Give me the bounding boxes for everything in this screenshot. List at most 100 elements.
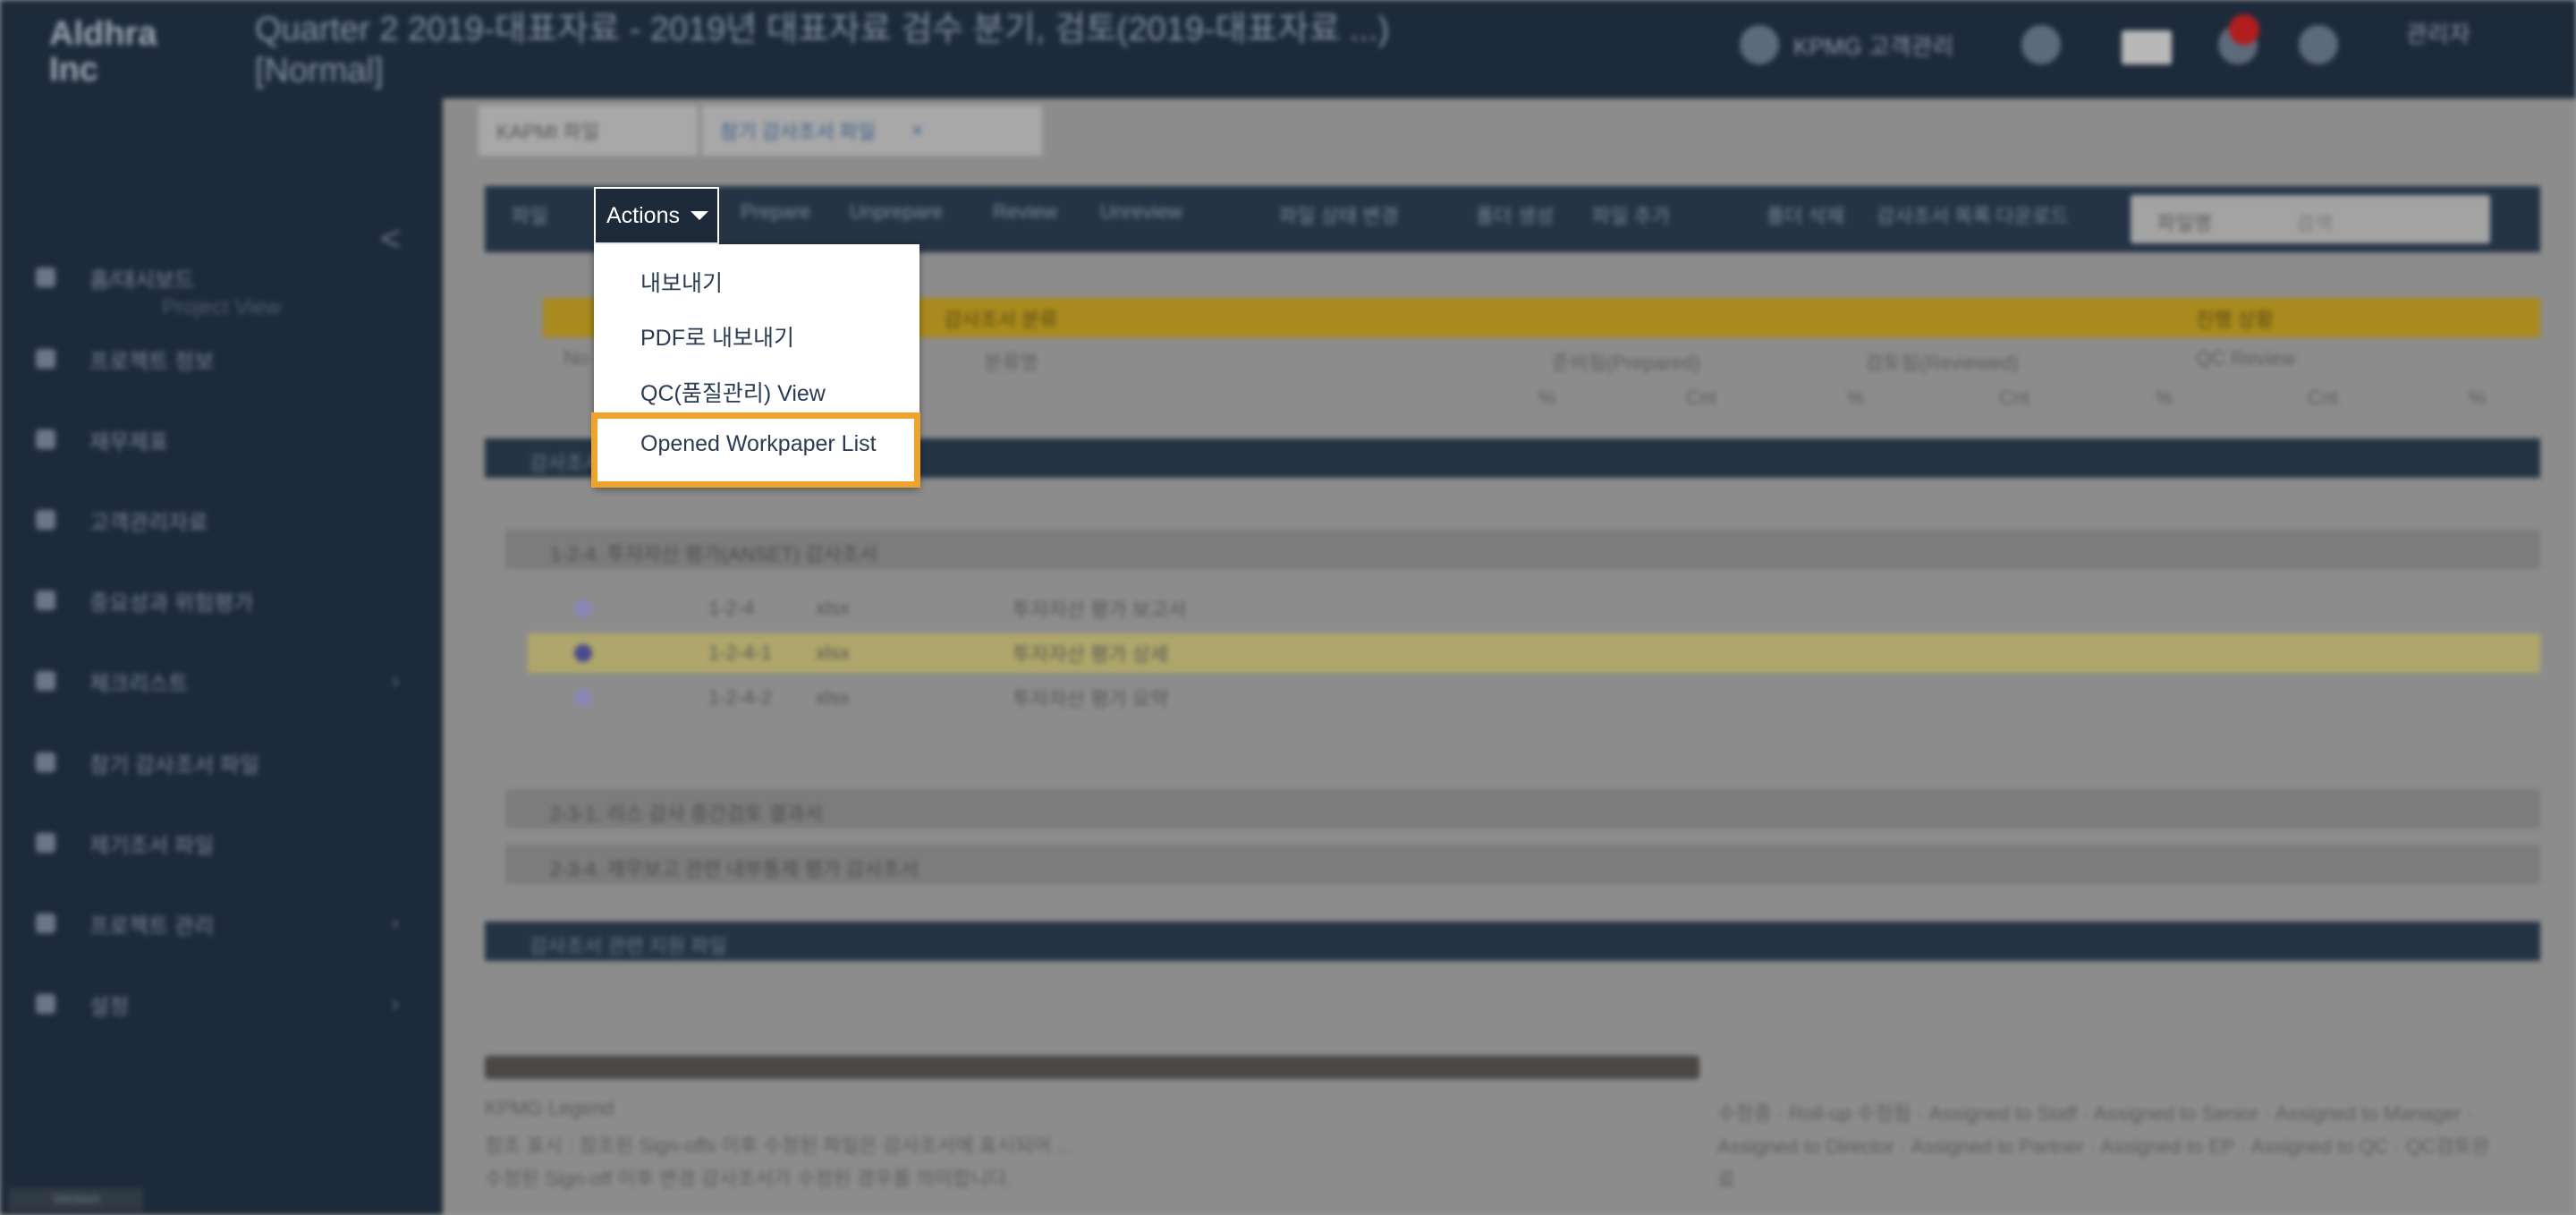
highlight-box — [591, 412, 920, 488]
version-tag: Version — [9, 1188, 143, 1211]
sidebar-item-label: 체크리스트 — [89, 671, 189, 696]
footer-note: 참조 표시 : 참조된 Sign-offs 이후 수정된 파일은 감사조서에 표… — [485, 1134, 1073, 1157]
download-list-button[interactable]: 감사조서 목록 다운로드 — [1877, 200, 2069, 229]
summary-col-qc: QC Review — [2196, 347, 2296, 370]
create-folder-button[interactable]: 폴더 생성 — [1476, 200, 1554, 229]
prepare-button[interactable]: Prepare — [741, 200, 810, 224]
file-name: 투자자산 평가 요약 — [1013, 688, 1169, 710]
sidebar-item-settings[interactable]: 설정 › — [36, 986, 399, 1022]
unreview-button[interactable]: Unreview — [1100, 200, 1182, 224]
status-icon — [574, 599, 592, 617]
sidebar-item-label: 재무제표 — [89, 429, 169, 455]
legend-item: Assigned to Staff — [1928, 1102, 2078, 1125]
search-area: 파일명 검색 — [2131, 195, 2490, 243]
legend-item: Assigned to Director — [1717, 1135, 1895, 1158]
file-ext: xlsx — [816, 686, 850, 709]
summary-group-classification: 감사조서 분류 — [944, 309, 1058, 331]
legend-item: Assigned to Manager — [2275, 1102, 2462, 1125]
company-logo: Aldhra Inc — [49, 15, 157, 89]
section-title: 감사조서 관련 지원 파일 — [530, 935, 727, 957]
legend-item: Assigned to EP — [2100, 1135, 2235, 1158]
summary-col-reviewed: 검토됨(Reviewed) — [1865, 352, 2019, 374]
chart-icon — [36, 591, 55, 610]
top-bar: Aldhra Inc Quarter 2 2019-대표자료 - 2019년 대… — [0, 0, 2576, 98]
chevron-right-icon: › — [392, 668, 399, 692]
status-icon — [574, 689, 592, 707]
sidebar-header: Project View — [162, 295, 281, 319]
actions-button[interactable]: Actions — [594, 187, 719, 244]
file-ref: 1-2-4-1 — [708, 641, 772, 664]
file-ref: 1-2-4 — [708, 597, 755, 619]
summary-unit: Cnt — [2308, 387, 2339, 409]
file-row[interactable]: 1-2-4-2 xlsx 투자자산 평가 요약 — [528, 678, 2540, 718]
sidebar-item-checklist[interactable]: 체크리스트 › — [36, 663, 399, 699]
folder-row[interactable]: 1-2-4. 투자자산 평가(ANSET) 감사조서 — [505, 530, 2540, 569]
collapse-sidebar-icon[interactable]: < — [380, 219, 401, 259]
summary-col-class: 분류명 — [984, 352, 1038, 374]
folder-title: 2-3-1. 리스 감사 중간검토 결과서 — [550, 803, 823, 825]
client-label: KPMG 고객관리 — [1793, 33, 1954, 60]
home-icon — [36, 268, 55, 287]
folder-row[interactable]: 2-3-1. 리스 감사 중간검토 결과서 — [505, 789, 2540, 828]
file-menu-button[interactable]: 파일 — [512, 200, 547, 229]
file-row[interactable]: 1-2-4 xlsx 투자자산 평가 보고서 — [528, 589, 2540, 628]
review-button[interactable]: Review — [993, 200, 1057, 224]
list-icon — [36, 671, 55, 691]
sidebar-item-label: 참기 감사조서 파일 — [89, 752, 259, 777]
add-file-button[interactable]: 파일 추가 — [1592, 200, 1670, 229]
summary-col-no: No — [564, 347, 589, 370]
settings-icon — [36, 994, 55, 1014]
summary-unit: % — [1847, 387, 1865, 409]
file-icon — [36, 752, 55, 772]
gear-icon — [36, 913, 55, 933]
unprepare-button[interactable]: Unprepare — [850, 200, 943, 224]
folder-row[interactable]: 2-3-4. 재무보고 관련 내부통제 평가 감사조서 — [505, 845, 2540, 884]
legend-item: Assigned to QC — [2250, 1135, 2389, 1158]
tab-workpaper-files[interactable]: 참기 감사조서 파일 × — [702, 106, 1042, 156]
menu-item-export[interactable]: 내보내기 — [640, 266, 723, 298]
sidebar-item-label: 제기조서 파일 — [89, 833, 215, 858]
file-row-selected[interactable]: 1-2-4-1 xlsx 투자자산 평가 상세 — [528, 633, 2540, 673]
sidebar-item-client-materials[interactable]: 고객관리자료 — [36, 502, 208, 538]
bell-icon[interactable] — [2021, 25, 2061, 64]
sidebar-item-project-management[interactable]: 프로젝트 관리 › — [36, 905, 399, 941]
menu-item-qc-view[interactable]: QC(품질관리) View — [640, 376, 826, 408]
globe-icon[interactable] — [1740, 25, 1779, 64]
notification-badge — [2229, 14, 2259, 45]
footer-note: 수정된 Sign-off 이후 변경 감사조서가 수정된 경우를 의미합니다. — [485, 1168, 1013, 1190]
sidebar-item-workpaper-files[interactable]: 참기 감사조서 파일 — [36, 744, 259, 780]
legend-item: Roll-up 수정됨 — [1789, 1102, 1911, 1125]
file-name: 투자자산 평가 보고서 — [1013, 599, 1187, 621]
user-name[interactable]: 관리자 — [2406, 16, 2470, 49]
legend-item: 수정중 — [1717, 1102, 1772, 1125]
chevron-right-icon: › — [392, 911, 399, 935]
project-title: Quarter 2 2019-대표자료 - 2019년 대표자료 검수 분기, … — [255, 11, 1390, 89]
search-field-select[interactable]: 파일명 — [2157, 208, 2212, 236]
horizontal-scrollbar[interactable] — [485, 1056, 1699, 1079]
menu-item-export-pdf[interactable]: PDF로 내보내기 — [640, 320, 794, 353]
summary-unit: Cnt — [1686, 387, 1717, 409]
close-icon[interactable]: × — [911, 119, 923, 142]
summary-unit: % — [1538, 387, 1556, 409]
section-support-files[interactable]: 감사조서 관련 지원 파일 — [485, 922, 2540, 961]
legend-item: Assigned to Partner — [1911, 1135, 2084, 1158]
folder-icon — [36, 510, 55, 530]
status-icon — [574, 644, 592, 662]
tab-kapmi-files[interactable]: KAPMI 파일 — [479, 106, 698, 156]
sidebar-item-other-files[interactable]: 제기조서 파일 — [36, 825, 214, 861]
language-flag-icon[interactable] — [2122, 30, 2172, 64]
sidebar-item-label: 고객관리자료 — [89, 510, 208, 535]
help-icon[interactable] — [2299, 25, 2338, 64]
search-input[interactable]: 검색 — [2296, 208, 2332, 236]
sidebar-item-materiality[interactable]: 중요성과 위험평가 — [36, 582, 253, 618]
sidebar-item-home[interactable]: 홈/대시보드 — [36, 259, 194, 295]
sidebar-item-financial-statements[interactable]: 재무제표 — [36, 421, 168, 457]
file-ext: xlsx — [816, 597, 850, 619]
change-status-button[interactable]: 파일 상태 변경 — [1279, 200, 1399, 229]
file-icon — [36, 833, 55, 853]
summary-unit: Cnt — [1999, 387, 2030, 409]
document-icon — [36, 429, 55, 449]
sidebar-item-project-info[interactable]: 프로젝트 정보 — [36, 341, 214, 377]
legend-item: Assigned to Senior — [2093, 1102, 2259, 1125]
delete-folder-button[interactable]: 폴더 삭제 — [1767, 200, 1844, 229]
